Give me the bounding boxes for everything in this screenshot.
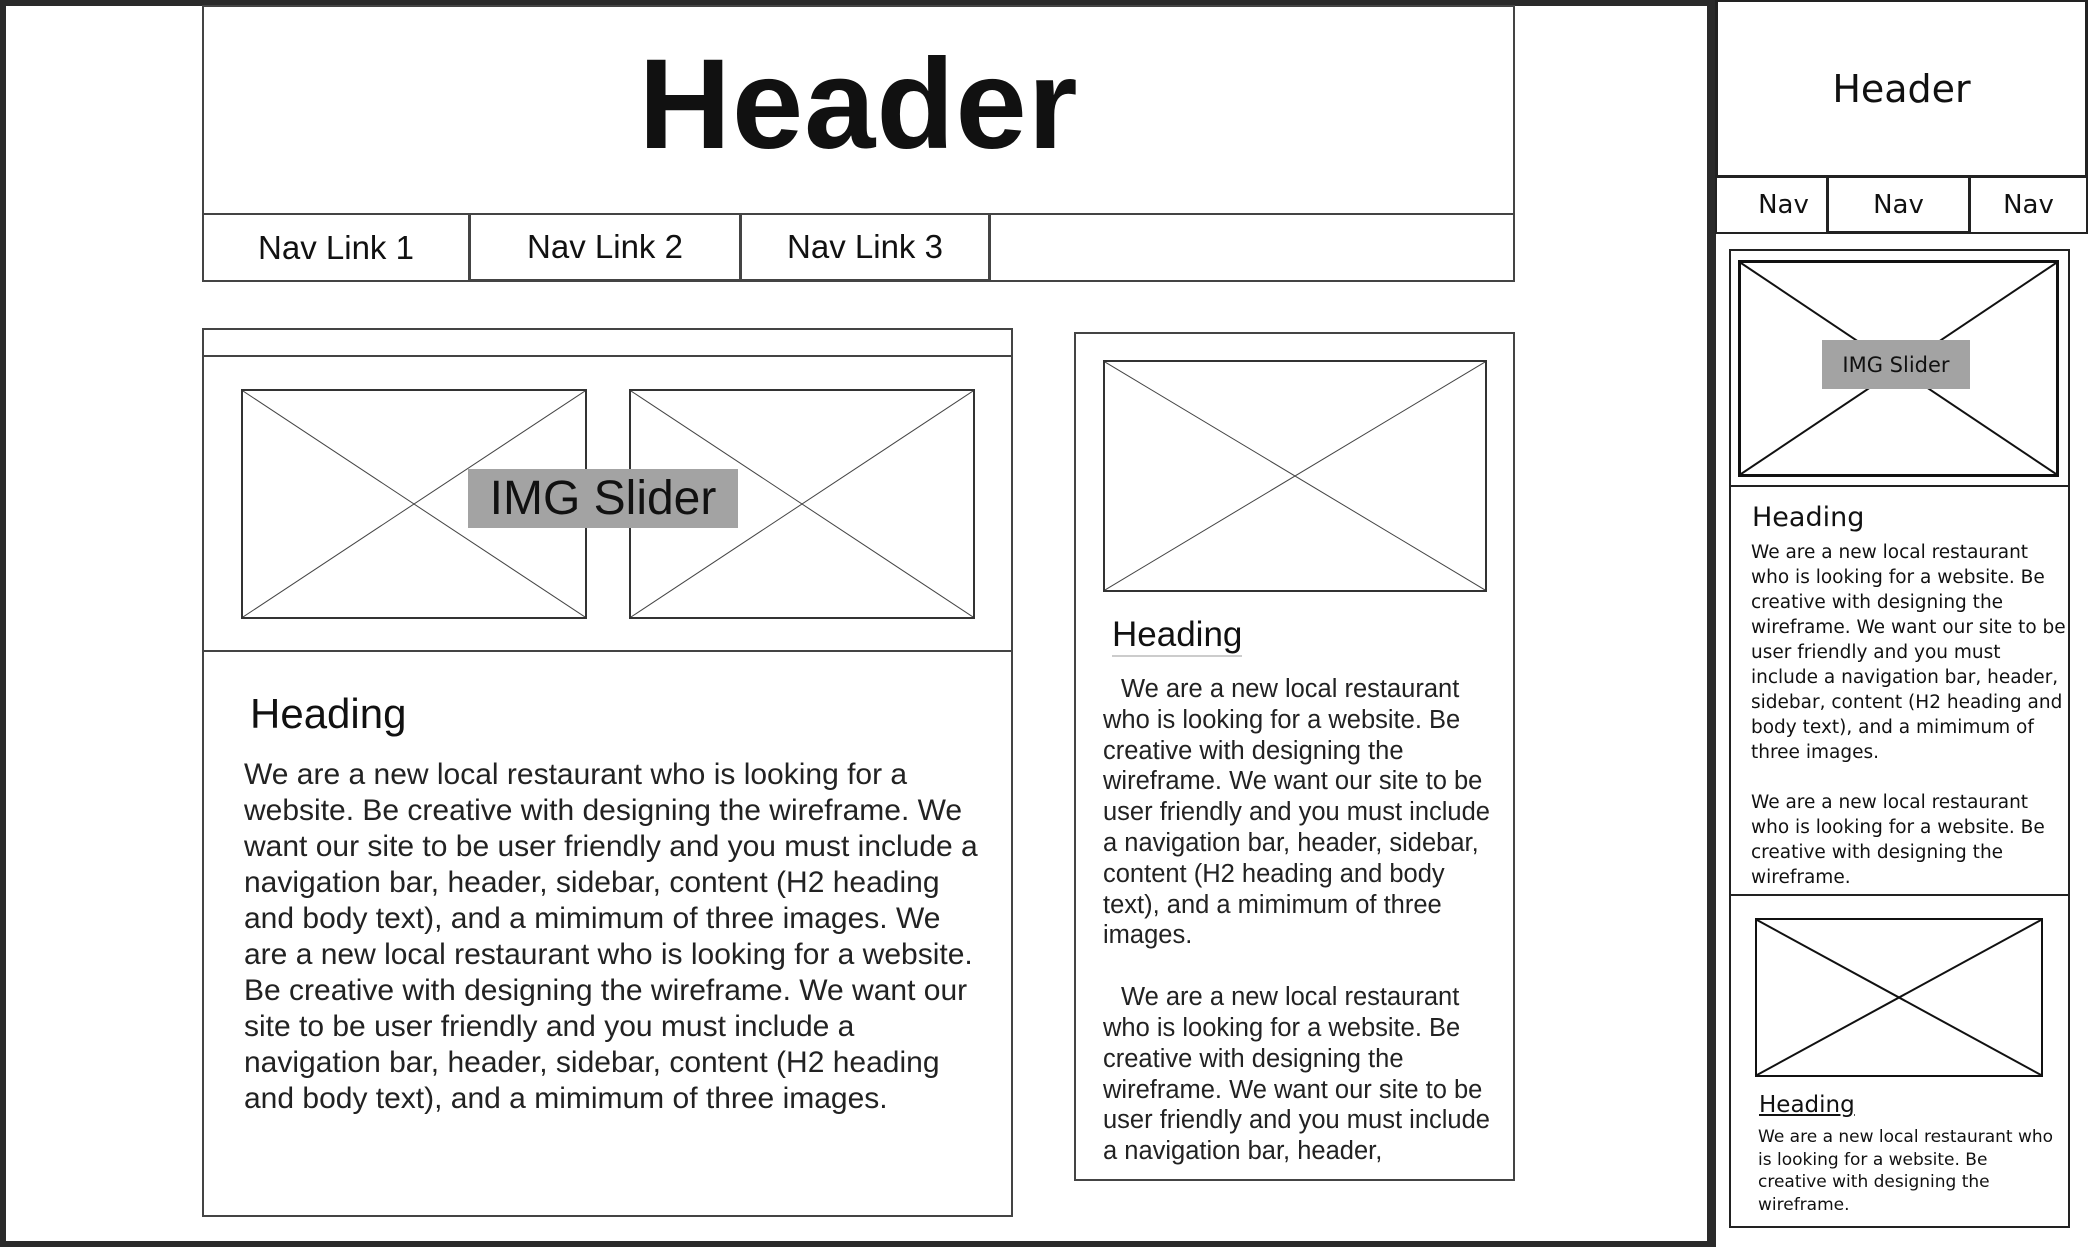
divider — [202, 355, 1013, 357]
nav-link-label: Nav Link 1 — [258, 228, 414, 266]
desktop-header-title: Header — [638, 32, 1079, 176]
nav-label: Nav — [1873, 189, 1924, 220]
mobile-section2-text: We are a new local restaurant who is loo… — [1758, 1127, 2054, 1215]
nav-link-3[interactable]: Nav Link 3 — [740, 213, 991, 282]
img-slider-label: IMG Slider — [468, 469, 738, 528]
sidebar-paragraph: We are a new local restaurant who is loo… — [1103, 675, 1490, 950]
image-placeholder — [1755, 918, 2043, 1077]
mobile-nav-2[interactable]: Nav — [1827, 176, 1970, 234]
main-heading: Heading — [250, 690, 407, 737]
mobile-paragraph: We are a new local restaurant who is loo… — [1751, 792, 2045, 888]
mobile-heading-2: Heading — [1759, 1092, 1855, 1118]
nav-link-label: Nav Link 3 — [787, 228, 943, 265]
nav-label: Nav — [2003, 190, 2054, 220]
nav-link-label: Nav Link 2 — [527, 228, 683, 265]
main-body-text: We are a new local restaurant who is loo… — [244, 758, 978, 1115]
mobile-header: Header — [1715, 0, 2088, 178]
mobile-heading-1: Heading — [1752, 502, 1865, 533]
sidebar-paragraph: We are a new local restaurant who is loo… — [1103, 983, 1490, 1166]
mobile-header-title: Header — [1832, 66, 1971, 111]
nav-link-2[interactable]: Nav Link 2 — [468, 213, 742, 282]
nav-link-1[interactable]: Nav Link 1 — [202, 213, 470, 282]
mobile-section1-text: We are a new local restaurant who is loo… — [1751, 540, 2067, 890]
divider — [1729, 894, 2070, 896]
divider — [202, 650, 1013, 652]
sidebar-text: We are a new local restaurant who is loo… — [1103, 674, 1503, 1176]
mobile-nav-1[interactable]: Nav — [1715, 176, 1828, 234]
nav-label: Nav — [1758, 190, 1809, 220]
mobile-paragraph: We are a new local restaurant who is loo… — [1751, 542, 2066, 763]
mobile-nav-3[interactable]: Nav — [1969, 176, 2088, 234]
divider — [1729, 485, 2070, 487]
desktop-header: Header — [202, 5, 1515, 215]
sidebar-heading: Heading — [1112, 615, 1243, 657]
image-placeholder — [1103, 360, 1487, 592]
mobile-img-slider-label: IMG Slider — [1822, 340, 1970, 389]
